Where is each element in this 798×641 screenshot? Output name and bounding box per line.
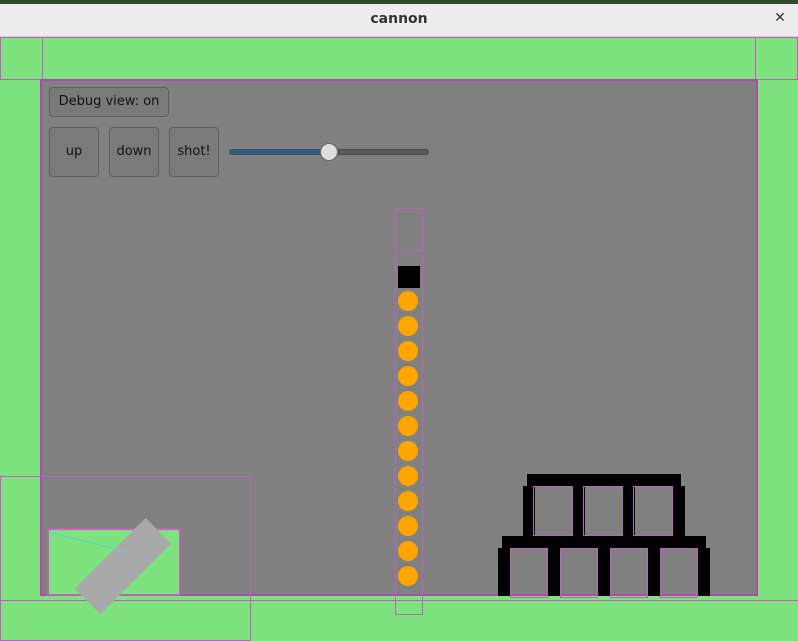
- ball: [398, 516, 418, 536]
- building-block: [698, 548, 710, 596]
- building-block: [598, 548, 610, 596]
- window-titlebar: cannon ✕: [0, 4, 798, 37]
- building-block: [548, 548, 560, 596]
- ball: [398, 366, 418, 386]
- shot-button[interactable]: shot!: [169, 127, 219, 177]
- building-block: [527, 474, 633, 486]
- ball: [398, 416, 418, 436]
- building-block: [648, 548, 660, 596]
- ball: [398, 316, 418, 336]
- ball: [398, 341, 418, 361]
- power-slider-handle[interactable]: [320, 143, 338, 161]
- close-icon[interactable]: ✕: [772, 10, 788, 26]
- ball: [398, 441, 418, 461]
- window-title: cannon: [370, 11, 428, 27]
- building-block: [502, 536, 706, 548]
- building-block: [523, 486, 535, 536]
- building-block: [631, 474, 681, 486]
- up-button[interactable]: up: [49, 127, 99, 177]
- ball: [398, 491, 418, 511]
- building-block: [623, 486, 635, 536]
- column-cap-block: [398, 266, 420, 288]
- ball: [398, 391, 418, 411]
- power-slider-fill: [230, 150, 330, 154]
- ball: [398, 291, 418, 311]
- building-block: [498, 548, 510, 596]
- ball: [398, 566, 418, 586]
- down-button[interactable]: down: [109, 127, 159, 177]
- building-block: [673, 486, 685, 536]
- debug-toggle-button[interactable]: Debug view: on: [49, 87, 169, 117]
- building-block: [573, 486, 585, 536]
- ball: [398, 466, 418, 486]
- ball: [398, 541, 418, 561]
